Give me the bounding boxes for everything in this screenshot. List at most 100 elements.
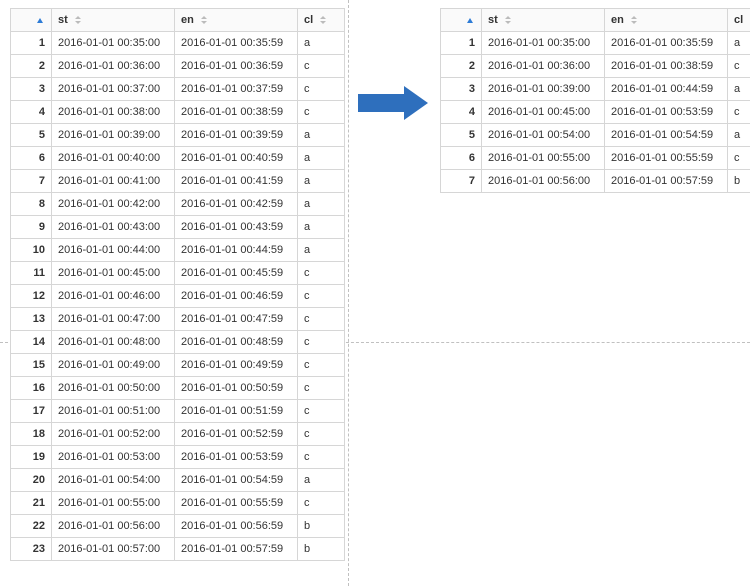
cell-index: 2 (11, 55, 52, 78)
cell-en: 2016-01-01 00:52:59 (175, 423, 298, 446)
cell-st: 2016-01-01 00:53:00 (52, 446, 175, 469)
cell-index: 9 (11, 216, 52, 239)
column-header-st[interactable]: st (482, 9, 605, 32)
cell-cl: a (728, 124, 750, 147)
table-row[interactable]: 82016-01-01 00:42:002016-01-01 00:42:59a (11, 193, 345, 216)
cell-st: 2016-01-01 00:57:00 (52, 538, 175, 561)
cell-cl: a (298, 32, 345, 55)
cell-en: 2016-01-01 00:48:59 (175, 331, 298, 354)
cell-index: 5 (441, 124, 482, 147)
table-row[interactable]: 172016-01-01 00:51:002016-01-01 00:51:59… (11, 400, 345, 423)
column-header-en[interactable]: en (175, 9, 298, 32)
cell-cl: c (728, 55, 750, 78)
table-row[interactable]: 22016-01-01 00:36:002016-01-01 00:36:59c (11, 55, 345, 78)
table-row[interactable]: 112016-01-01 00:45:002016-01-01 00:45:59… (11, 262, 345, 285)
cell-en: 2016-01-01 00:36:59 (175, 55, 298, 78)
table-row[interactable]: 232016-01-01 00:57:002016-01-01 00:57:59… (11, 538, 345, 561)
cell-index: 8 (11, 193, 52, 216)
column-header-index[interactable] (11, 9, 52, 32)
cell-st: 2016-01-01 00:36:00 (52, 55, 175, 78)
table-row[interactable]: 12016-01-01 00:35:002016-01-01 00:35:59a (441, 32, 750, 55)
cell-cl: a (298, 170, 345, 193)
column-header-st[interactable]: st (52, 9, 175, 32)
cell-cl: a (728, 32, 750, 55)
table-row[interactable]: 42016-01-01 00:38:002016-01-01 00:38:59c (11, 101, 345, 124)
cell-cl: c (298, 446, 345, 469)
cell-index: 19 (11, 446, 52, 469)
cell-index: 7 (441, 170, 482, 193)
right-table: st en cl 12016-01-01 00:35:002016-01-01 … (440, 8, 750, 193)
cell-en: 2016-01-01 00:44:59 (175, 239, 298, 262)
table-row[interactable]: 72016-01-01 00:41:002016-01-01 00:41:59a (11, 170, 345, 193)
cell-cl: c (298, 331, 345, 354)
cell-cl: a (298, 469, 345, 492)
table-row[interactable]: 92016-01-01 00:43:002016-01-01 00:43:59a (11, 216, 345, 239)
cell-cl: a (298, 124, 345, 147)
cell-en: 2016-01-01 00:53:59 (175, 446, 298, 469)
table-row[interactable]: 42016-01-01 00:45:002016-01-01 00:53:59c (441, 101, 750, 124)
column-header-cl[interactable]: cl (728, 9, 750, 32)
cell-en: 2016-01-01 00:54:59 (605, 124, 728, 147)
cell-st: 2016-01-01 00:45:00 (52, 262, 175, 285)
cell-en: 2016-01-01 00:55:59 (175, 492, 298, 515)
cell-en: 2016-01-01 00:49:59 (175, 354, 298, 377)
table-row[interactable]: 222016-01-01 00:56:002016-01-01 00:56:59… (11, 515, 345, 538)
table-row[interactable]: 52016-01-01 00:54:002016-01-01 00:54:59a (441, 124, 750, 147)
table-row[interactable]: 132016-01-01 00:47:002016-01-01 00:47:59… (11, 308, 345, 331)
sort-asc-icon (37, 18, 43, 23)
cell-index: 13 (11, 308, 52, 331)
cell-st: 2016-01-01 00:45:00 (482, 101, 605, 124)
table-row[interactable]: 182016-01-01 00:52:002016-01-01 00:52:59… (11, 423, 345, 446)
cell-st: 2016-01-01 00:43:00 (52, 216, 175, 239)
right-table-container: st en cl 12016-01-01 00:35:002016-01-01 … (440, 8, 730, 193)
cell-cl: c (298, 377, 345, 400)
table-row[interactable]: 62016-01-01 00:55:002016-01-01 00:55:59c (441, 147, 750, 170)
cell-index: 4 (11, 101, 52, 124)
cell-index: 12 (11, 285, 52, 308)
vertical-guideline (348, 0, 349, 586)
table-row[interactable]: 102016-01-01 00:44:002016-01-01 00:44:59… (11, 239, 345, 262)
table-row[interactable]: 122016-01-01 00:46:002016-01-01 00:46:59… (11, 285, 345, 308)
table-row[interactable]: 52016-01-01 00:39:002016-01-01 00:39:59a (11, 124, 345, 147)
table-row[interactable]: 142016-01-01 00:48:002016-01-01 00:48:59… (11, 331, 345, 354)
cell-index: 4 (441, 101, 482, 124)
table-row[interactable]: 202016-01-01 00:54:002016-01-01 00:54:59… (11, 469, 345, 492)
table-row[interactable]: 32016-01-01 00:39:002016-01-01 00:44:59a (441, 78, 750, 101)
cell-st: 2016-01-01 00:39:00 (52, 124, 175, 147)
table-row[interactable]: 12016-01-01 00:35:002016-01-01 00:35:59a (11, 32, 345, 55)
table-row[interactable]: 72016-01-01 00:56:002016-01-01 00:57:59b (441, 170, 750, 193)
column-label-cl: cl (304, 14, 313, 26)
column-label-st: st (58, 14, 68, 26)
cell-index: 15 (11, 354, 52, 377)
table-row[interactable]: 62016-01-01 00:40:002016-01-01 00:40:59a (11, 147, 345, 170)
cell-en: 2016-01-01 00:40:59 (175, 147, 298, 170)
cell-st: 2016-01-01 00:39:00 (482, 78, 605, 101)
table-row[interactable]: 162016-01-01 00:50:002016-01-01 00:50:59… (11, 377, 345, 400)
table-row[interactable]: 192016-01-01 00:53:002016-01-01 00:53:59… (11, 446, 345, 469)
table-row[interactable]: 212016-01-01 00:55:002016-01-01 00:55:59… (11, 492, 345, 515)
cell-st: 2016-01-01 00:55:00 (482, 147, 605, 170)
cell-st: 2016-01-01 00:48:00 (52, 331, 175, 354)
sort-asc-icon (467, 18, 473, 23)
table-row[interactable]: 32016-01-01 00:37:002016-01-01 00:37:59c (11, 78, 345, 101)
column-header-index[interactable] (441, 9, 482, 32)
column-label-cl: cl (734, 14, 743, 26)
column-header-en[interactable]: en (605, 9, 728, 32)
cell-en: 2016-01-01 00:57:59 (605, 170, 728, 193)
cell-cl: c (298, 78, 345, 101)
cell-cl: c (298, 492, 345, 515)
cell-index: 6 (11, 147, 52, 170)
cell-index: 23 (11, 538, 52, 561)
table-row[interactable]: 22016-01-01 00:36:002016-01-01 00:38:59c (441, 55, 750, 78)
cell-cl: a (728, 78, 750, 101)
cell-st: 2016-01-01 00:50:00 (52, 377, 175, 400)
column-label-en: en (611, 14, 624, 26)
cell-en: 2016-01-01 00:35:59 (175, 32, 298, 55)
table-row[interactable]: 152016-01-01 00:49:002016-01-01 00:49:59… (11, 354, 345, 377)
cell-st: 2016-01-01 00:56:00 (482, 170, 605, 193)
cell-index: 21 (11, 492, 52, 515)
column-header-cl[interactable]: cl (298, 9, 345, 32)
cell-index: 20 (11, 469, 52, 492)
cell-index: 10 (11, 239, 52, 262)
cell-st: 2016-01-01 00:38:00 (52, 101, 175, 124)
